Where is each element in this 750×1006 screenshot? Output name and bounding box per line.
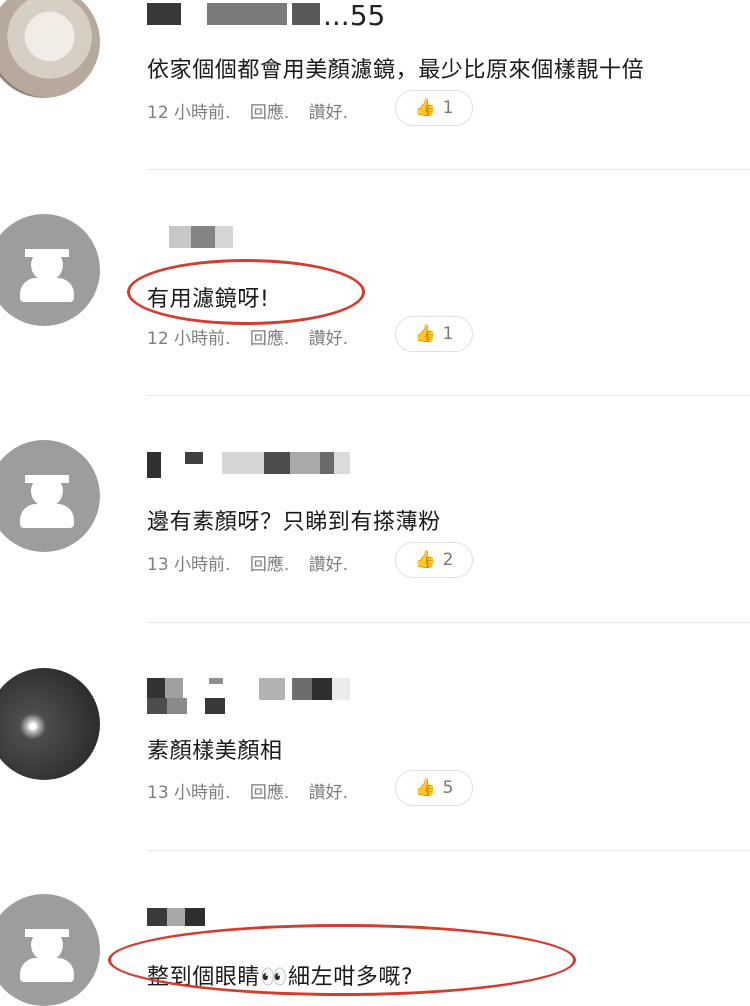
reply-button[interactable]: 回應. <box>250 783 289 803</box>
username-pixelated[interactable]: ...55 <box>147 0 385 32</box>
comment-time: 12 小時前. <box>147 103 231 123</box>
comment-item: 素顏樣美顏相 13 小時前. 回應. 讚好. 👍 5 <box>0 668 750 904</box>
username-pixelated[interactable] <box>147 908 377 936</box>
like-count-pill[interactable]: 👍 5 <box>395 770 473 806</box>
separator <box>147 850 750 851</box>
comment-item: ...55 依家個個都會用美顏濾鏡，最少比原來個樣靚十倍 12 小時前. 回應.… <box>0 0 750 226</box>
thumbs-up-icon: 👍 <box>414 778 436 798</box>
like-button[interactable]: 讚好. <box>309 329 348 349</box>
reply-button[interactable]: 回應. <box>250 329 289 349</box>
thumbs-up-icon: 👍 <box>414 324 436 344</box>
comment-meta: 12 小時前. 回應. 讚好. <box>147 98 362 123</box>
like-count: 2 <box>442 550 454 570</box>
comment-text: 素顏樣美顏相 <box>147 739 283 764</box>
reply-button[interactable]: 回應. <box>250 555 289 575</box>
username-pixelated[interactable] <box>147 678 377 714</box>
comment-text: 整到個眼睛👀細左咁多嘅? <box>147 965 414 990</box>
separator <box>147 169 750 170</box>
comment-text: 依家個個都會用美顏濾鏡，最少比原來個樣靚十倍 <box>147 58 645 83</box>
like-count-pill[interactable]: 👍 2 <box>395 542 473 578</box>
like-count: 5 <box>442 778 454 798</box>
comment-time: 13 小時前. <box>147 783 231 803</box>
like-button[interactable]: 讚好. <box>309 555 348 575</box>
user-avatar[interactable] <box>0 668 100 780</box>
user-avatar[interactable] <box>0 0 100 98</box>
reply-button[interactable]: 回應. <box>250 103 289 123</box>
comment-item: 整到個眼睛👀細左咁多嘅? <box>0 894 750 1006</box>
like-button[interactable]: 讚好. <box>309 783 348 803</box>
comment-item: 有用濾鏡呀! 12 小時前. 回應. 讚好. 👍 1 <box>0 214 750 452</box>
thumbs-up-icon: 👍 <box>414 98 436 118</box>
comment-time: 12 小時前. <box>147 329 231 349</box>
comment-meta: 13 小時前. 回應. 讚好. <box>147 778 362 803</box>
comment-text: 邊有素顏呀？只睇到有搽薄粉 <box>147 510 441 535</box>
comment-meta: 13 小時前. 回應. 讚好. <box>147 550 362 575</box>
username-tail: ...55 <box>323 0 386 32</box>
like-count-pill[interactable]: 👍 1 <box>395 90 473 126</box>
username-pixelated[interactable] <box>147 452 377 480</box>
separator <box>147 395 750 396</box>
username-pixelated[interactable] <box>147 226 377 254</box>
like-count: 1 <box>442 98 454 118</box>
like-count-pill[interactable]: 👍 1 <box>395 316 473 352</box>
separator <box>147 622 750 623</box>
like-count: 1 <box>442 324 454 344</box>
comment-meta: 12 小時前. 回應. 讚好. <box>147 324 362 349</box>
default-avatar[interactable] <box>0 440 100 552</box>
comment-item: 邊有素顏呀？只睇到有搽薄粉 13 小時前. 回應. 讚好. 👍 2 <box>0 440 750 678</box>
like-button[interactable]: 讚好. <box>309 103 348 123</box>
comment-time: 13 小時前. <box>147 555 231 575</box>
comment-text: 有用濾鏡呀! <box>147 287 270 312</box>
default-avatar[interactable] <box>0 894 100 1006</box>
thumbs-up-icon: 👍 <box>414 550 436 570</box>
default-avatar[interactable] <box>0 214 100 326</box>
